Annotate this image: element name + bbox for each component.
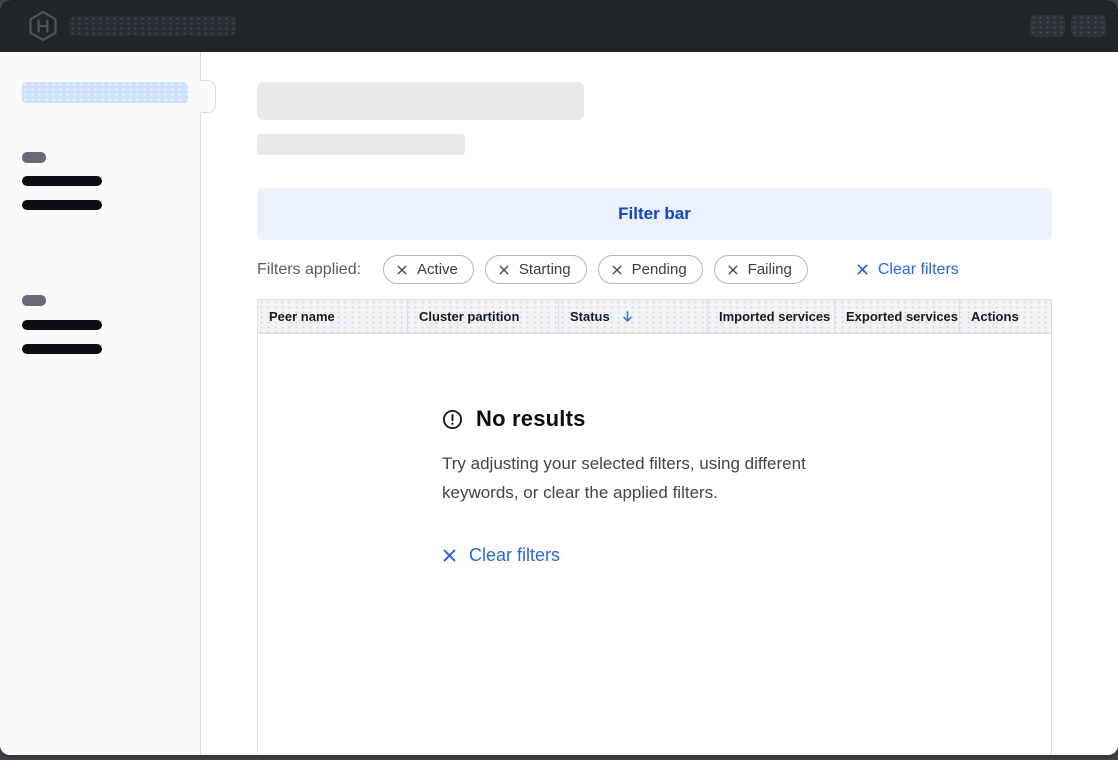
sidebar xyxy=(0,52,201,755)
hashicorp-logo-icon xyxy=(28,10,58,42)
filter-bar-label: Filter bar xyxy=(618,204,691,224)
sidebar-item-skeleton[interactable] xyxy=(22,344,102,354)
filter-pill-label: Starting xyxy=(519,261,571,278)
sidebar-section-label-skeleton xyxy=(22,152,46,163)
x-icon[interactable] xyxy=(727,264,739,276)
filter-pill-pending[interactable]: Pending xyxy=(598,255,703,284)
clear-filters-link[interactable]: Clear filters xyxy=(856,261,959,279)
sidebar-item-selected-skeleton[interactable] xyxy=(22,82,188,103)
x-icon[interactable] xyxy=(396,264,408,276)
nav-action-skeleton[interactable] xyxy=(1030,15,1065,37)
x-icon[interactable] xyxy=(611,264,623,276)
main-content: Filter bar Filters applied: Active Start… xyxy=(201,52,1118,755)
filter-pill-label: Pending xyxy=(632,261,687,278)
column-header-actions: Actions xyxy=(959,300,1051,333)
column-header-peer-name: Peer name xyxy=(258,300,407,333)
peers-table: Peer name Cluster partition Status Impor… xyxy=(257,299,1052,755)
column-header-label: Status xyxy=(570,309,610,324)
empty-state: No results Try adjusting your selected f… xyxy=(442,406,867,568)
nav-action-skeleton[interactable] xyxy=(1071,15,1106,37)
column-header-imported-services: Imported services xyxy=(707,300,834,333)
column-header-label: Imported services xyxy=(719,309,830,324)
filter-pill-failing[interactable]: Failing xyxy=(714,255,808,284)
alert-circle-icon xyxy=(442,409,463,430)
filter-pill-active[interactable]: Active xyxy=(383,255,474,284)
empty-state-clear-filters-link[interactable]: Clear filters xyxy=(442,545,560,566)
empty-state-title: No results xyxy=(476,406,586,432)
app-window: Filter bar Filters applied: Active Start… xyxy=(0,0,1118,755)
column-header-cluster-partition: Cluster partition xyxy=(407,300,558,333)
sidebar-item-skeleton[interactable] xyxy=(22,320,102,330)
empty-state-header: No results xyxy=(442,406,867,432)
arrow-down-icon[interactable] xyxy=(621,310,634,323)
clear-filters-label: Clear filters xyxy=(878,261,959,279)
column-header-label: Exported services xyxy=(846,309,958,324)
top-navbar xyxy=(0,0,1118,52)
x-icon xyxy=(856,263,869,276)
column-header-status[interactable]: Status xyxy=(558,300,707,333)
page-subtitle-skeleton xyxy=(257,134,465,155)
table-body: No results Try adjusting your selected f… xyxy=(258,406,1051,755)
filter-bar-banner: Filter bar xyxy=(257,188,1052,240)
x-icon[interactable] xyxy=(498,264,510,276)
sidebar-item-skeleton[interactable] xyxy=(22,176,102,186)
filter-pill-label: Active xyxy=(417,261,458,278)
page-title-skeleton xyxy=(257,82,584,120)
filters-applied-label: Filters applied: xyxy=(257,261,361,279)
sidebar-section-label-skeleton xyxy=(22,295,46,306)
sidebar-item-skeleton[interactable] xyxy=(22,200,102,210)
column-header-label: Peer name xyxy=(269,309,335,324)
table-header-row: Peer name Cluster partition Status Impor… xyxy=(258,300,1051,334)
search-input-skeleton[interactable] xyxy=(69,16,236,36)
empty-state-clear-filters-label: Clear filters xyxy=(469,545,560,566)
column-header-label: Cluster partition xyxy=(419,309,519,324)
sidebar-toggle[interactable] xyxy=(200,80,216,113)
filter-pill-starting[interactable]: Starting xyxy=(485,255,587,284)
empty-state-description: Try adjusting your selected filters, usi… xyxy=(442,449,867,507)
applied-filters-row: Filters applied: Active Starting Pending xyxy=(257,255,1052,284)
filter-pill-label: Failing xyxy=(748,261,792,278)
column-header-exported-services: Exported services xyxy=(834,300,959,333)
column-header-label: Actions xyxy=(971,309,1019,324)
x-icon xyxy=(442,548,457,563)
